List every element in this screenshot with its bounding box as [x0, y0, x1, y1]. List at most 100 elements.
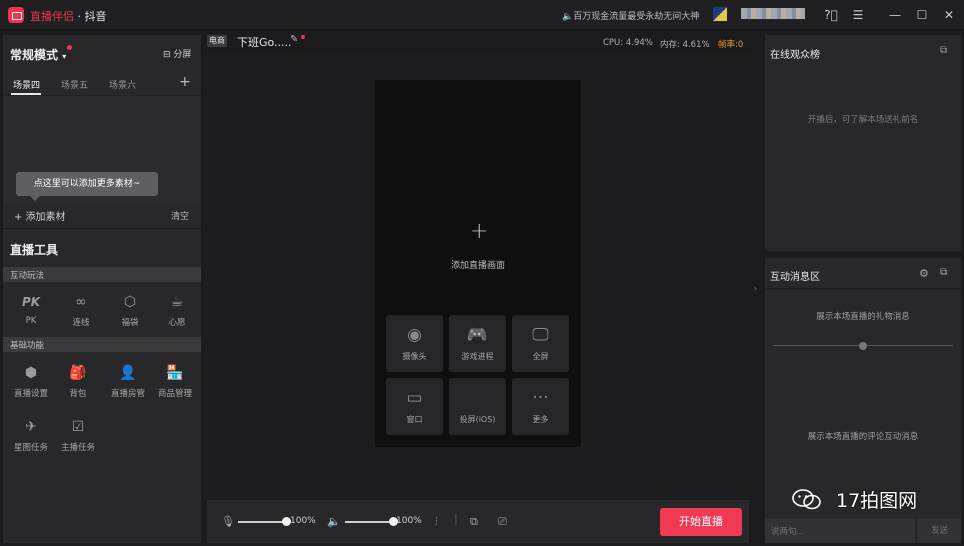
- add-scene-icon[interactable]: +: [179, 74, 191, 90]
- tab-scene-5[interactable]: 场景五: [61, 78, 88, 91]
- tool-lucky-bag[interactable]: ⬡ 福袋: [108, 292, 152, 334]
- tab-scene-4[interactable]: 场景四: [13, 78, 40, 91]
- tool-product-management[interactable]: 🏪 商品管理: [153, 363, 197, 405]
- monitor-icon: 🖵: [532, 325, 549, 345]
- frame-rate: 帧率:0: [718, 40, 744, 50]
- divider: [3, 228, 201, 229]
- video-camera-icon[interactable]: ⎚: [498, 515, 507, 529]
- notification-dot: [301, 35, 305, 39]
- add-scene-plus-icon[interactable]: +: [470, 219, 488, 244]
- clear-button[interactable]: 清空: [171, 209, 189, 222]
- comment-message-hint: 展示本场直播的评论互动消息: [807, 432, 919, 442]
- split-label: 分屏: [173, 50, 192, 60]
- room-admin-icon: 👤: [119, 365, 137, 381]
- audience-ranking-hint: 开播后，可了解本场送礼前名: [807, 115, 919, 125]
- wish-icon: ☕: [170, 294, 184, 310]
- more-icon: ···: [532, 388, 549, 408]
- tool-live-settings[interactable]: ⬢ 直播设置: [9, 363, 53, 405]
- link-icon: ∞: [75, 294, 87, 310]
- speaker-volume-value: 100%: [396, 516, 422, 526]
- source-fullscreen-button[interactable]: 🖵 全屏: [512, 315, 569, 372]
- source-label: 摄像头: [402, 352, 427, 361]
- notification-dot: [67, 45, 72, 50]
- live-canvas[interactable]: + 添加直播画面 ◉ 摄像头 🎮 游戏进程 🖵 全屏 ▭ 窗口 投屏(iOS) …: [375, 80, 581, 447]
- watermark-text: 17拍图网: [836, 490, 918, 512]
- gamepad-icon: 🎮: [466, 325, 489, 345]
- wechat-icon: [792, 489, 821, 510]
- source-ios-cast-button[interactable]: 投屏(iOS): [449, 378, 506, 435]
- add-material-button[interactable]: + 添加素材: [14, 208, 66, 223]
- store-icon: 🏪: [166, 365, 184, 381]
- chat-input[interactable]: [765, 519, 915, 543]
- tool-label: 连线: [72, 318, 90, 328]
- source-label: 更多: [532, 415, 549, 424]
- source-label: 全屏: [532, 352, 549, 361]
- interactive-section-label: 互动玩法: [10, 271, 45, 281]
- close-icon[interactable]: ✕: [941, 7, 957, 23]
- window-icon: ▭: [406, 388, 423, 408]
- scene-tabs: 场景四 场景五 场景六 +: [3, 73, 201, 95]
- source-camera-button[interactable]: ◉ 摄像头: [386, 315, 443, 372]
- microphone-icon[interactable]: 🎙: [221, 515, 235, 528]
- mixer-icon[interactable]: ⫶: [435, 515, 438, 529]
- source-label: 游戏进程: [461, 352, 494, 361]
- minimize-icon[interactable]: —: [887, 7, 903, 23]
- tool-anchor-task[interactable]: ☑ 主播任务: [56, 417, 100, 459]
- announcement-text: 百万现金流量最受永劫无间大神: [573, 12, 700, 22]
- avatar[interactable]: [713, 7, 727, 21]
- left-panel: 常规模式 ▾ ⊟ 分屏 场景四 场景五 场景六 + 点这里可以添加更多素材~ +…: [3, 35, 201, 543]
- settings-icon[interactable]: ⚙: [919, 267, 929, 280]
- tool-label: 直播设置: [13, 389, 48, 399]
- popout-icon[interactable]: ⧉: [940, 45, 947, 56]
- maximize-icon[interactable]: ☐: [914, 7, 930, 23]
- tool-room-admin[interactable]: 👤 直播房管: [106, 363, 150, 405]
- app-brand: 直播伴侣: [30, 10, 74, 23]
- tool-star-map[interactable]: ✈ 星图任务: [9, 417, 53, 459]
- mic-volume-value: 100%: [290, 516, 316, 526]
- popout-icon[interactable]: ⧉: [940, 267, 947, 278]
- split-screen-button[interactable]: ⊟ 分屏: [163, 47, 191, 60]
- add-material-tooltip: 点这里可以添加更多素材~: [16, 172, 158, 201]
- lucky-bag-icon: ⬡: [123, 294, 137, 310]
- star-map-icon: ✈: [25, 419, 37, 435]
- chevron-down-icon: ▾: [62, 52, 67, 61]
- tool-label: PK: [25, 316, 37, 326]
- menu-icon[interactable]: ☰: [850, 7, 866, 23]
- speaker-icon[interactable]: 🔈: [327, 515, 341, 528]
- live-tools-title: 直播工具: [10, 243, 59, 257]
- source-more-button[interactable]: ··· 更多: [512, 378, 569, 435]
- mode-selector[interactable]: 常规模式 ▾: [10, 46, 66, 63]
- pk-icon: PK: [21, 295, 41, 309]
- cast-icon[interactable]: ⧉: [470, 515, 478, 529]
- tool-label: 背包: [69, 389, 87, 399]
- tool-label: 主播任务: [60, 443, 95, 453]
- mode-label: 常规模式: [10, 48, 59, 62]
- bottom-control-bar: 🎙 100% 🔈 100% ⫶ | ⧉ ⎚ 开始直播: [207, 500, 749, 543]
- edit-icon[interactable]: ✎: [290, 34, 298, 45]
- tool-wish[interactable]: ☕ 心愿: [155, 292, 199, 334]
- audience-ranking-panel: 在线观众榜 ⧉ 开播后，可了解本场送礼前名: [765, 35, 961, 251]
- backpack-icon: 🎒: [69, 365, 87, 381]
- tool-link[interactable]: ∞ 连线: [59, 292, 103, 334]
- source-game-button[interactable]: 🎮 游戏进程: [449, 315, 506, 372]
- divider: |: [454, 512, 458, 525]
- help-icon[interactable]: ?⃝: [823, 7, 839, 23]
- mic-volume-slider[interactable]: [238, 521, 286, 523]
- speaker-volume-slider[interactable]: [345, 521, 393, 523]
- tool-backpack[interactable]: 🎒 背包: [56, 363, 100, 405]
- user-name-blurred[interactable]: [741, 8, 805, 19]
- resize-handle[interactable]: [859, 342, 867, 350]
- apple-icon: [467, 387, 489, 409]
- announcement[interactable]: 🔈百万现金流量最受永劫无间大神: [562, 9, 699, 22]
- tool-pk[interactable]: PK PK: [9, 292, 53, 334]
- app-title: 直播伴侣 · 抖音: [30, 8, 107, 24]
- start-live-button[interactable]: 开始直播: [660, 508, 742, 536]
- room-title[interactable]: 下班Go.....: [237, 34, 292, 50]
- collapse-panel-icon[interactable]: ›: [754, 284, 757, 293]
- app-platform: · 抖音: [77, 10, 107, 23]
- tab-scene-6[interactable]: 场景六: [109, 78, 136, 91]
- split-icon: ⊟: [163, 50, 171, 60]
- send-button[interactable]: 发送: [918, 519, 961, 543]
- source-window-button[interactable]: ▭ 窗口: [386, 378, 443, 435]
- room-header: 电商 下班Go..... ✎ CPU: 4.94% 内存: 4.61% 帧率:0: [204, 30, 752, 52]
